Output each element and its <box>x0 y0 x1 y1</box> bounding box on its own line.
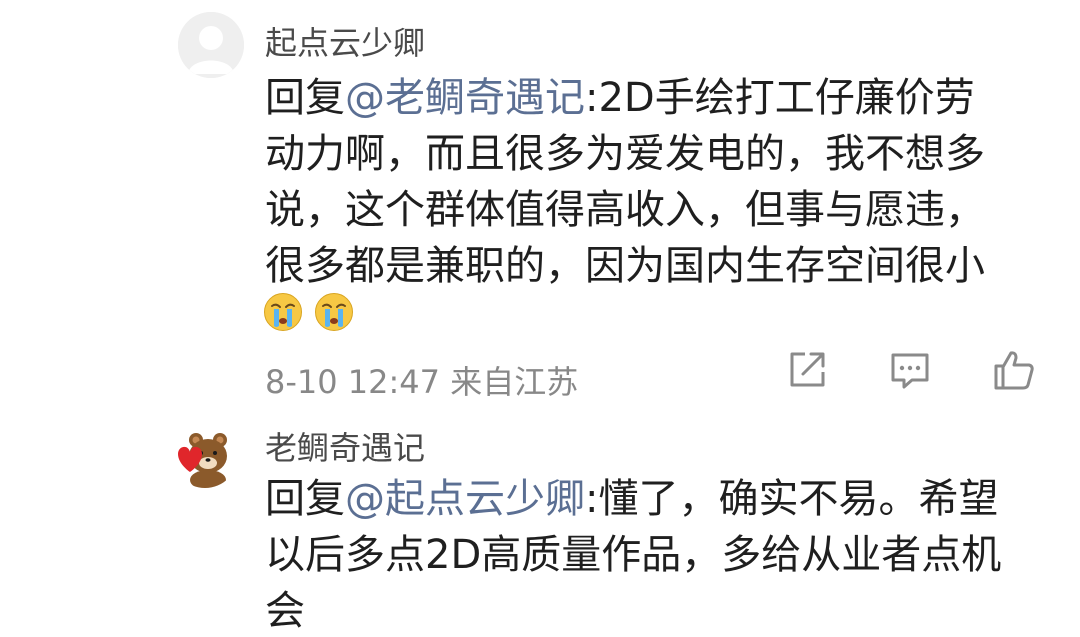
comment-line: 回复@老鲷奇遇记:2D手绘打工仔廉价劳 <box>265 70 1055 126</box>
reply-prefix: 回复 <box>265 476 345 522</box>
thumbs-up-icon <box>994 351 1034 390</box>
comment-item: 老鲷奇遇记 回复@起点云少卿:懂了，确实不易。希望 以后多点2D高质量作品，多给… <box>0 405 1080 637</box>
comment-text: 回复@老鲷奇遇记:2D手绘打工仔廉价劳 动力啊，而且很多为爱发电的，我不想多 说… <box>265 70 1055 294</box>
mention-link[interactable]: @老鲷奇遇记 <box>345 75 585 121</box>
comment-line: 说，这个群体值得高收入，但事与愿违， <box>265 187 985 233</box>
comment-line: 回复@起点云少卿:懂了，确实不易。希望 <box>265 471 1055 527</box>
username[interactable]: 老鲷奇遇记 <box>265 423 425 469</box>
avatar[interactable] <box>172 422 238 488</box>
location: 来自江苏 <box>450 363 579 401</box>
comment-line-text: :懂了，确实不易。希望 <box>585 476 999 522</box>
share-button[interactable] <box>785 348 829 392</box>
crying-face-icon <box>315 293 354 331</box>
comment-meta: 8-10 12:47 来自江苏 <box>265 357 578 403</box>
username[interactable]: 起点云少卿 <box>265 18 425 64</box>
like-button[interactable] <box>992 348 1036 392</box>
comment-line: 以后多点2D高质量作品，多给从业者点机 <box>265 532 1002 578</box>
comment-icon <box>891 353 929 389</box>
reply-button[interactable] <box>888 348 932 392</box>
comment-text: 回复@起点云少卿:懂了，确实不易。希望 以后多点2D高质量作品，多给从业者点机 … <box>265 471 1055 637</box>
comment-line: 很多都是兼职的，因为国内生存空间很小 <box>265 243 985 289</box>
reply-prefix: 回复 <box>265 75 345 121</box>
bear-avatar-icon <box>172 422 238 488</box>
timestamp: 8-10 12:47 <box>265 363 441 401</box>
comment-line-text: :2D手绘打工仔廉价劳 <box>585 75 975 121</box>
crying-face-icon <box>264 293 302 331</box>
comment-item: 起点云少卿 回复@老鲷奇遇记:2D手绘打工仔廉价劳 动力啊，而且很多为爱发电的，… <box>0 0 1080 405</box>
comment-line: 动力啊，而且很多为爱发电的，我不想多 <box>265 131 985 177</box>
mention-link[interactable]: @起点云少卿 <box>345 476 585 522</box>
avatar[interactable] <box>178 12 244 78</box>
comment-line: 会 <box>265 588 305 634</box>
share-icon <box>790 352 825 387</box>
default-avatar-icon <box>178 12 244 78</box>
emoji-row <box>263 292 360 334</box>
